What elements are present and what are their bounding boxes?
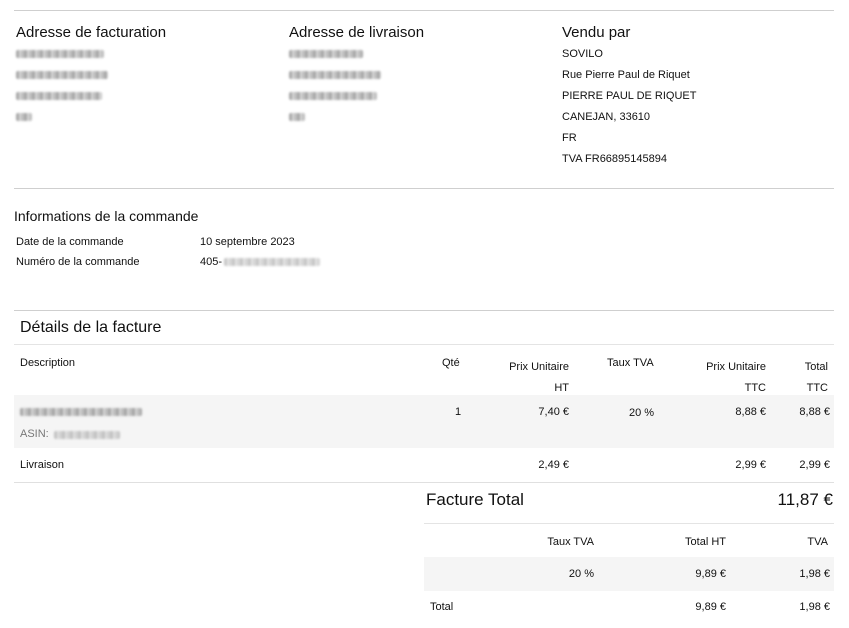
seller-name: SOVILO (562, 48, 603, 60)
vat-summary-vat: 1,98 € (799, 568, 830, 580)
billing-address-redacted-line (16, 71, 108, 79)
order-number-redacted (224, 258, 320, 266)
item-vat-rate: 20 % (629, 407, 655, 419)
col-header-unit-ttc: Prix Unitaire TTC (706, 357, 766, 399)
shipping-address-redacted-line (289, 71, 381, 79)
billing-address-redacted-line (16, 50, 104, 58)
vat-summary-rate: 20 % (568, 568, 594, 580)
order-divider (14, 310, 834, 311)
seller-vat-number: TVA FR66895145894 (562, 153, 667, 165)
vat-summary-header-rate: Taux TVA (547, 536, 594, 548)
vat-summary-header-vat: TVA (807, 536, 828, 548)
billing-address-redacted-line (16, 92, 102, 100)
billing-address-redacted-line (16, 113, 32, 121)
col-header-qty: Qté (442, 357, 460, 369)
shipping-address-redacted-line (289, 50, 363, 58)
billing-address-title: Adresse de facturation (16, 24, 167, 41)
invoice-bottom-divider (14, 482, 834, 483)
seller-street-2: PIERRE PAUL DE RIQUET (562, 90, 697, 102)
item-total-ttc: 8,88 € (799, 406, 830, 418)
seller-country: FR (562, 132, 577, 144)
seller-title: Vendu par (562, 24, 631, 41)
vat-summary-total-ht-sum: 9,89 € (695, 601, 726, 613)
shipping-unit-ttc: 2,99 € (735, 459, 766, 471)
vat-summary-header-total-ht: Total HT (685, 536, 726, 548)
shipping-unit-ht: 2,49 € (538, 459, 569, 471)
seller-city: CANEJAN, 33610 (562, 111, 651, 123)
col-header-unit-ht-line1: Prix Unitaire (509, 361, 569, 373)
vat-summary-row (424, 557, 834, 591)
order-number-label: Numéro de la commande (16, 256, 140, 268)
order-number-value: 405- (200, 256, 223, 268)
col-header-vat-rate: Taux TVA (607, 357, 654, 369)
shipping-address-redacted-line (289, 92, 377, 100)
order-date-label: Date de la commande (16, 236, 124, 248)
invoice-title-divider (14, 344, 834, 345)
col-header-description: Description (20, 357, 76, 369)
vat-summary-total-ht: 9,89 € (695, 568, 726, 580)
col-header-unit-ttc-line1: Prix Unitaire (706, 361, 766, 373)
shipping-row-label: Livraison (20, 459, 65, 471)
item-description-redacted (20, 408, 142, 416)
shipping-total-ttc: 2,99 € (799, 459, 830, 471)
item-qty: 1 (455, 406, 462, 418)
address-divider (14, 188, 834, 189)
col-header-unit-ht: Prix Unitaire HT (509, 357, 569, 399)
order-info-title: Informations de la commande (14, 208, 199, 224)
vat-summary-total-label: Total (430, 601, 454, 613)
col-header-total-ttc-line1: Total (804, 361, 828, 373)
item-row (14, 395, 834, 448)
shipping-address-redacted-line (289, 113, 305, 121)
item-unit-ht: 7,40 € (538, 406, 569, 418)
item-asin-label: ASIN: (20, 428, 49, 440)
item-unit-ttc: 8,88 € (735, 406, 766, 418)
order-date-value: 10 septembre 2023 (200, 236, 295, 248)
col-header-total-ttc: Total TTC (805, 357, 828, 399)
item-asin-redacted (54, 431, 120, 439)
top-divider (14, 10, 834, 11)
invoice-details-title: Détails de la facture (20, 319, 162, 336)
invoice-total-label: Facture Total (426, 490, 524, 509)
totals-divider (424, 523, 834, 524)
seller-street: Rue Pierre Paul de Riquet (562, 69, 690, 81)
vat-summary-vat-sum: 1,98 € (799, 601, 830, 613)
shipping-address-title: Adresse de livraison (289, 24, 425, 41)
invoice-total-value: 11,87 € (777, 490, 833, 509)
